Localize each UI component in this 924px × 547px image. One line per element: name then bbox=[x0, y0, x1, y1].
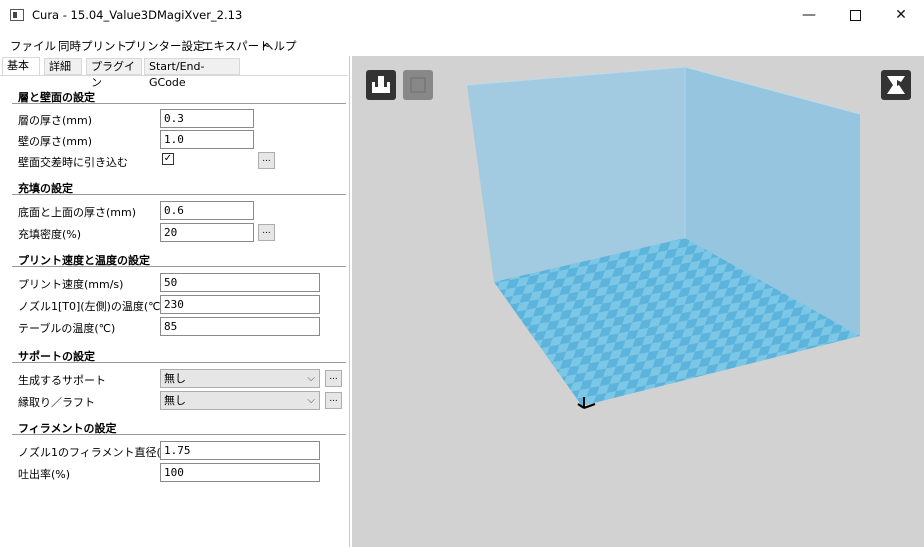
minimize-button[interactable]: — bbox=[786, 0, 832, 30]
adhesion-type-value: 無し bbox=[164, 394, 186, 407]
flow-rate-input[interactable]: 100 bbox=[160, 463, 320, 482]
fill-density-label: 充填密度(%) bbox=[18, 228, 82, 241]
tab-start-end-gcode[interactable]: Start/End-GCode bbox=[144, 58, 240, 89]
chevron-down-icon: ⌵ bbox=[307, 395, 315, 406]
menu-file[interactable]: ファイル bbox=[10, 38, 56, 54]
menu-simultaneous-print[interactable]: 同時プリント bbox=[58, 38, 127, 54]
print-speed-input[interactable]: 50 bbox=[160, 273, 320, 292]
tab-basic[interactable]: 基本 bbox=[2, 57, 40, 76]
view-mode-icon bbox=[887, 76, 905, 94]
bottom-top-thickness-label: 底面と上面の厚さ(mm) bbox=[18, 206, 137, 219]
tab-advanced[interactable]: 詳細 bbox=[44, 58, 82, 75]
adhesion-type-label: 縁取り／ラフト bbox=[18, 396, 95, 409]
load-model-button[interactable] bbox=[366, 70, 396, 100]
section-divider bbox=[12, 434, 346, 435]
nozzle-temperature-label: ノズル1[T0](左側)の温度(℃) bbox=[18, 300, 165, 313]
support-options-button[interactable]: ... bbox=[325, 370, 342, 387]
menu-expert[interactable]: エキスパート bbox=[202, 38, 271, 54]
adhesion-options-button[interactable]: ... bbox=[325, 392, 342, 409]
support-type-label: 生成するサポート bbox=[18, 374, 106, 387]
menu-bar: ファイル 同時プリント プリンター設定 エキスパート ヘルプ bbox=[0, 38, 924, 56]
print-speed-label: プリント速度(mm/s) bbox=[18, 278, 124, 291]
title-bar: Cura - 15.04_Value3DMagiXver_2.13 — ✕ bbox=[0, 0, 924, 30]
layer-height-input[interactable]: 0.3 bbox=[160, 109, 254, 128]
shell-thickness-label: 壁の厚さ(mm) bbox=[18, 135, 93, 148]
close-button[interactable]: ✕ bbox=[878, 0, 924, 30]
load-model-icon bbox=[372, 76, 390, 93]
fill-density-input[interactable]: 20 bbox=[160, 223, 254, 242]
retraction-label: 壁面交差時に引き込む bbox=[18, 156, 128, 169]
bottom-top-thickness-input[interactable]: 0.6 bbox=[160, 201, 254, 220]
3d-viewport[interactable] bbox=[352, 56, 924, 547]
settings-panel: 基本 詳細 プラグイン Start/End-GCode 層と壁面の設定 層の厚さ… bbox=[0, 56, 350, 547]
disabled-action-icon bbox=[410, 77, 426, 93]
chevron-down-icon: ⌵ bbox=[307, 373, 315, 384]
filament-diameter-input[interactable]: 1.75 bbox=[160, 441, 320, 460]
build-volume bbox=[466, 66, 861, 409]
section-divider bbox=[12, 194, 346, 195]
disabled-action-button bbox=[403, 70, 433, 100]
retraction-options-button[interactable]: ... bbox=[258, 152, 275, 169]
section-divider bbox=[12, 103, 346, 104]
support-type-select[interactable]: 無し ⌵ bbox=[160, 369, 320, 388]
flow-rate-label: 吐出率(%) bbox=[18, 468, 71, 481]
section-divider bbox=[12, 362, 346, 363]
menu-printer-settings[interactable]: プリンター設定 bbox=[124, 38, 205, 54]
nozzle-temperature-input[interactable]: 230 bbox=[160, 295, 320, 314]
bed-temperature-input[interactable]: 85 bbox=[160, 317, 320, 336]
tab-plugins[interactable]: プラグイン bbox=[86, 58, 142, 89]
fill-options-button[interactable]: ... bbox=[258, 224, 275, 241]
maximize-button[interactable] bbox=[832, 0, 878, 30]
layer-height-label: 層の厚さ(mm) bbox=[18, 114, 93, 127]
app-icon bbox=[10, 9, 24, 21]
maximize-icon bbox=[849, 9, 861, 21]
bed-temperature-label: テーブルの温度(℃) bbox=[18, 322, 116, 335]
section-divider bbox=[12, 266, 346, 267]
tab-divider bbox=[0, 75, 348, 76]
support-type-value: 無し bbox=[164, 372, 186, 385]
retraction-checkbox[interactable]: ✓ bbox=[162, 153, 174, 165]
window-title: Cura - 15.04_Value3DMagiXver_2.13 bbox=[32, 8, 243, 22]
adhesion-type-select[interactable]: 無し ⌵ bbox=[160, 391, 320, 410]
menu-help[interactable]: ヘルプ bbox=[262, 38, 297, 54]
shell-thickness-input[interactable]: 1.0 bbox=[160, 130, 254, 149]
view-mode-button[interactable] bbox=[881, 70, 911, 100]
